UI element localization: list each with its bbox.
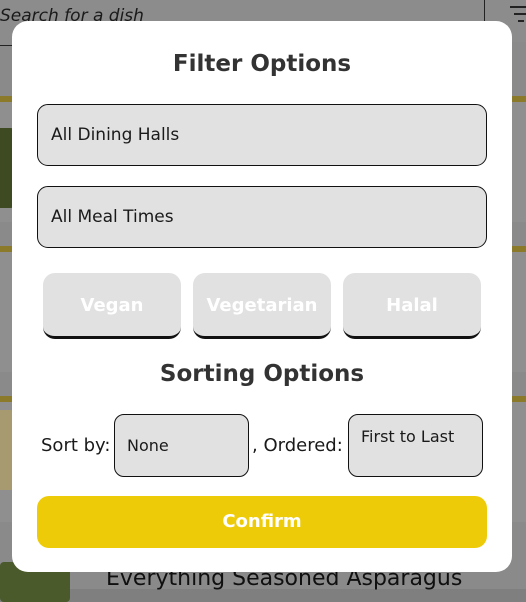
ordered-label: , Ordered:: [252, 435, 343, 456]
sort-by-select[interactable]: None: [114, 414, 249, 477]
order-select[interactable]: First to Last: [348, 414, 483, 477]
filter-modal: Filter Options All Dining Halls All Meal…: [12, 21, 512, 572]
filter-icon: [510, 6, 526, 22]
dining-hall-select[interactable]: All Dining Halls: [37, 104, 487, 166]
sorting-options-title: Sorting Options: [159, 361, 365, 387]
vegan-button[interactable]: Vegan: [43, 273, 181, 339]
vegetarian-button[interactable]: Vegetarian: [193, 273, 331, 339]
filter-options-title: Filter Options: [172, 51, 352, 77]
confirm-button[interactable]: Confirm: [37, 496, 487, 548]
meal-time-select[interactable]: All Meal Times: [37, 186, 487, 248]
sort-by-label: Sort by:: [41, 435, 111, 456]
halal-button[interactable]: Halal: [343, 273, 481, 339]
